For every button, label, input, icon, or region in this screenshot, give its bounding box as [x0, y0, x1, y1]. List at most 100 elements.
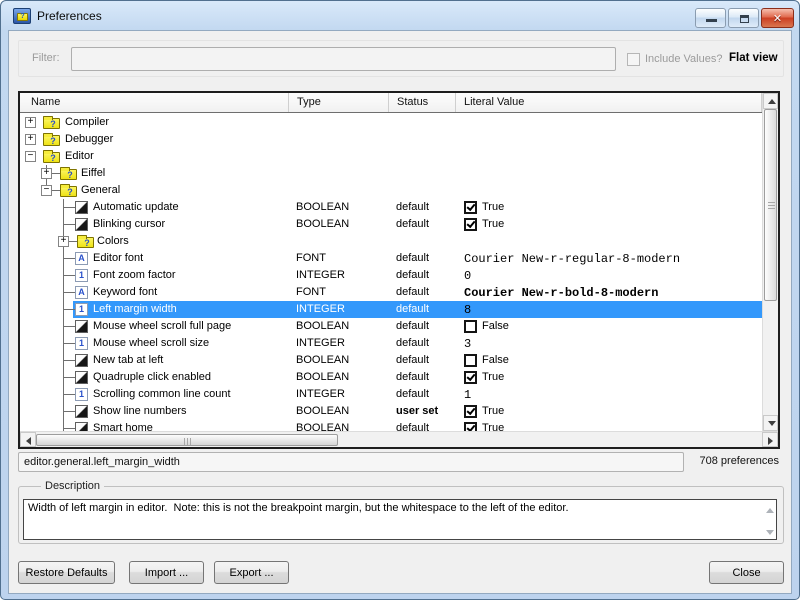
expand-toggle[interactable]: −	[41, 185, 52, 196]
column-header-type[interactable]: Type	[289, 93, 389, 112]
tree-row[interactable]: 1Scrolling common line countINTEGERdefau…	[20, 386, 762, 403]
tree-connector	[63, 309, 75, 310]
tree-row[interactable]: −Editor	[20, 148, 762, 165]
tree-connector	[63, 411, 75, 412]
value-checkbox[interactable]	[464, 320, 477, 333]
close-button[interactable]: ✕	[761, 8, 794, 28]
tree-row[interactable]: AEditor fontFONTdefaultCourier New-r-reg…	[20, 250, 762, 267]
maximize-button[interactable]	[728, 8, 759, 28]
status-cell: default	[396, 337, 429, 349]
tree-row[interactable]: Mouse wheel scroll full pageBOOLEANdefau…	[20, 318, 762, 335]
value-checkbox[interactable]	[464, 405, 477, 418]
horizontal-scrollbar[interactable]	[20, 431, 778, 447]
value-checkbox[interactable]	[464, 354, 477, 367]
tree-row[interactable]: 1Mouse wheel scroll sizeINTEGERdefault3	[20, 335, 762, 352]
restore-defaults-button[interactable]: Restore Defaults	[18, 561, 115, 584]
description-text[interactable]: Width of left margin in editor. Note: th…	[23, 499, 777, 540]
tree-item-label: Colors	[97, 235, 129, 247]
type-cell: BOOLEAN	[296, 405, 349, 417]
boolean-icon	[75, 405, 88, 418]
export-button[interactable]: Export ...	[214, 561, 289, 584]
tree-item-label: Debugger	[65, 133, 113, 145]
value-label: False	[482, 320, 509, 332]
arrow-down-icon	[768, 421, 776, 426]
tree-row[interactable]: Quadruple click enabledBOOLEANdefaultTru…	[20, 369, 762, 386]
tree-row[interactable]: New tab at leftBOOLEANdefaultFalse	[20, 352, 762, 369]
title-bar[interactable]: Preferences ✕	[1, 1, 799, 31]
vertical-scroll-thumb[interactable]	[764, 109, 777, 301]
font-icon: A	[75, 286, 88, 299]
tree-item-label: Editor font	[93, 252, 143, 264]
column-header-status[interactable]: Status	[389, 93, 456, 112]
description-scroll-down-icon[interactable]	[766, 530, 774, 535]
arrow-right-icon	[768, 437, 773, 445]
selected-preference-path: editor.general.left_margin_width	[18, 452, 684, 472]
tree-item-label: Eiffel	[81, 167, 105, 179]
tree-connector	[63, 275, 75, 276]
status-cell: default	[396, 218, 429, 230]
tree-row[interactable]: AKeyword fontFONTdefaultCourier New-r-bo…	[20, 284, 762, 301]
horizontal-scroll-thumb[interactable]	[36, 434, 338, 446]
integer-icon: 1	[75, 303, 88, 316]
include-values-label: Include Values?	[645, 53, 722, 65]
column-header-name[interactable]: Name	[20, 93, 289, 112]
preferences-window: Preferences ✕ Filter: Include Values? Fl…	[0, 0, 800, 600]
boolean-icon	[75, 354, 88, 367]
status-cell: default	[396, 252, 429, 264]
type-cell: FONT	[296, 286, 326, 298]
value-label: False	[482, 354, 509, 366]
scroll-right-button[interactable]	[762, 432, 778, 447]
expand-toggle[interactable]: +	[41, 168, 52, 179]
folder-icon	[60, 186, 77, 197]
type-cell: INTEGER	[296, 303, 345, 315]
tree-connector	[63, 377, 75, 378]
value-checkbox[interactable]	[464, 201, 477, 214]
integer-icon: 1	[75, 388, 88, 401]
column-header-literal[interactable]: Literal Value	[456, 93, 762, 112]
tree-row[interactable]: −General	[20, 182, 762, 199]
minimize-button[interactable]	[695, 8, 726, 28]
description-scroll-up-icon[interactable]	[766, 508, 774, 513]
status-cell: default	[396, 303, 429, 315]
include-values-checkbox[interactable]	[627, 53, 640, 66]
tree-connector	[63, 292, 75, 293]
tree-row[interactable]: Smart homeBOOLEANdefaultTrue	[20, 420, 762, 431]
vertical-scrollbar[interactable]	[762, 93, 778, 431]
expand-toggle[interactable]: +	[25, 117, 36, 128]
value-checkbox[interactable]	[464, 422, 477, 431]
value-label: True	[482, 405, 504, 417]
filter-input[interactable]	[71, 47, 616, 71]
scroll-up-button[interactable]	[763, 93, 778, 109]
flat-view-toggle[interactable]: Flat view	[729, 52, 778, 64]
tree-row[interactable]: Show line numbersBOOLEANuser setTrue	[20, 403, 762, 420]
status-cell: default	[396, 422, 429, 431]
import-button[interactable]: Import ...	[129, 561, 204, 584]
tree-row[interactable]: + Compiler	[20, 114, 762, 131]
maximize-icon	[740, 15, 749, 23]
close-dialog-button[interactable]: Close	[709, 561, 784, 584]
folder-icon	[43, 135, 60, 146]
tree-row[interactable]: + Debugger	[20, 131, 762, 148]
tree-row[interactable]: 1Left margin widthINTEGERdefault8	[20, 301, 762, 318]
boolean-icon	[75, 201, 88, 214]
expand-toggle[interactable]: +	[25, 134, 36, 145]
tree-row[interactable]: Blinking cursorBOOLEANdefaultTrue	[20, 216, 762, 233]
tree-connector	[63, 207, 75, 208]
value-literal: 1	[464, 388, 471, 402]
type-cell: BOOLEAN	[296, 371, 349, 383]
status-cell: default	[396, 269, 429, 281]
tree-row[interactable]: Automatic updateBOOLEANdefaultTrue	[20, 199, 762, 216]
tree-row[interactable]: + Eiffel	[20, 165, 762, 182]
tree-item-label: Compiler	[65, 116, 109, 128]
scroll-down-button[interactable]	[763, 415, 778, 431]
value-checkbox[interactable]	[464, 218, 477, 231]
close-icon: ✕	[762, 12, 793, 26]
tree-row[interactable]: + Colors	[20, 233, 762, 250]
type-cell: BOOLEAN	[296, 320, 349, 332]
value-checkbox[interactable]	[464, 371, 477, 384]
tree-row[interactable]: 1Font zoom factorINTEGERdefault0	[20, 267, 762, 284]
filter-label: Filter:	[32, 52, 60, 64]
expand-toggle[interactable]: +	[58, 236, 69, 247]
expand-toggle[interactable]: −	[25, 151, 36, 162]
scroll-left-button[interactable]	[20, 432, 36, 447]
